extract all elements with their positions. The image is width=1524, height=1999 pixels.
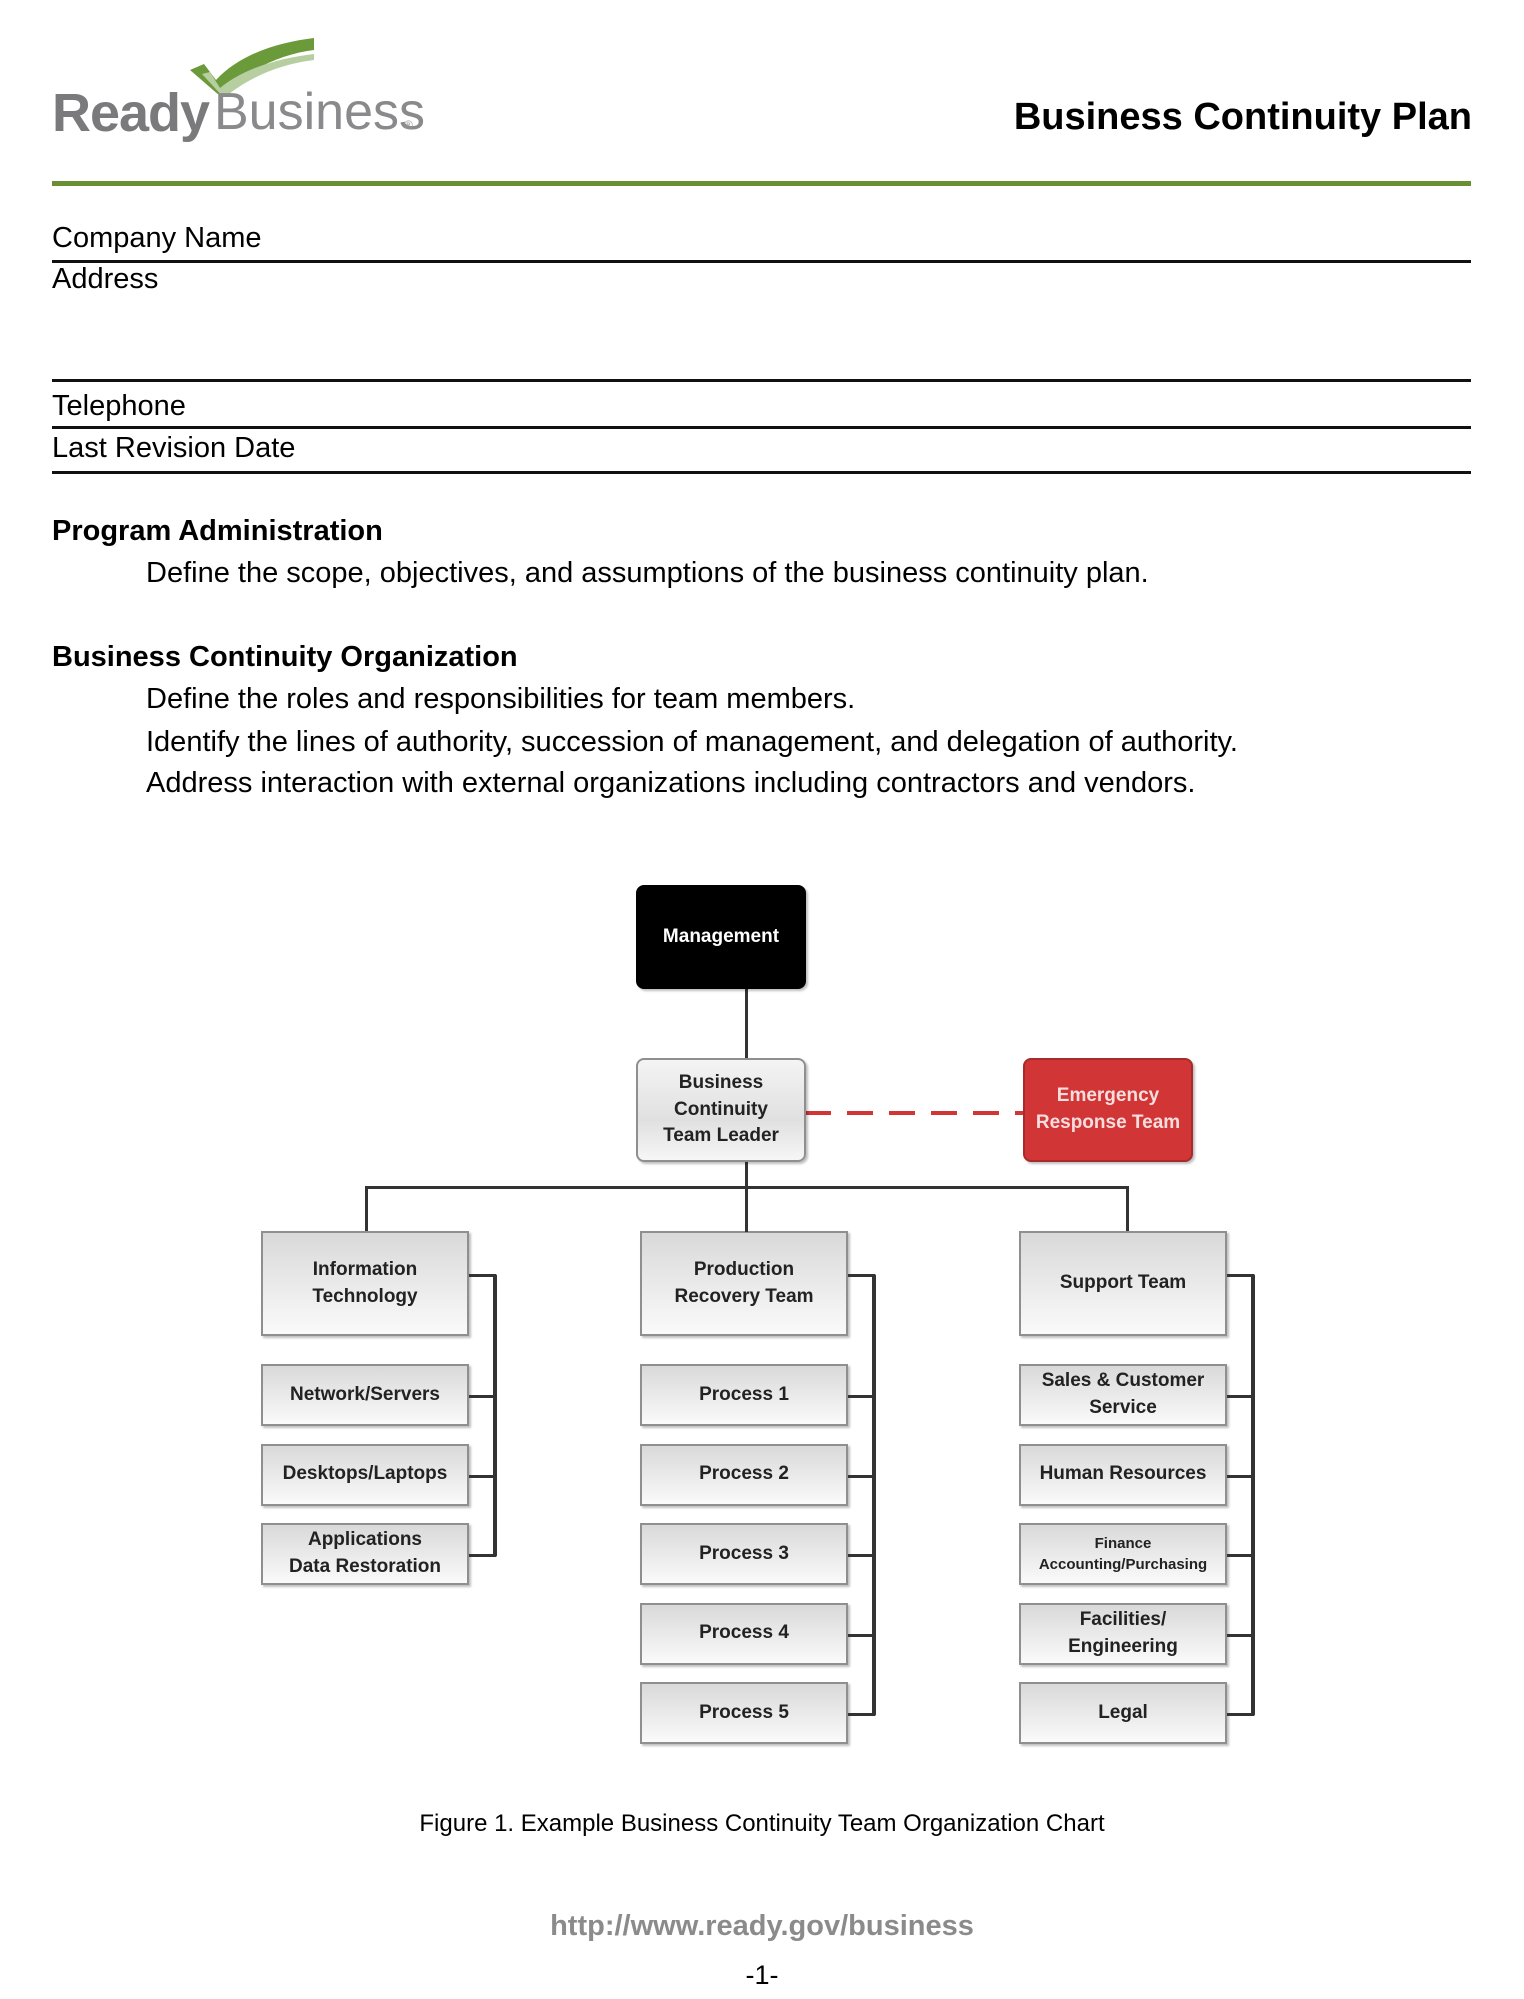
logo: Ready Business ®: [52, 34, 432, 154]
org-box-item: Finance Accounting/Purchasing: [1019, 1523, 1227, 1585]
connector-item-stub: [1227, 1474, 1254, 1478]
connector-head-stub: [848, 1273, 875, 1277]
connector-bracket: [872, 1273, 876, 1716]
connector-item-stub: [469, 1395, 496, 1398]
connector-item-stub: [469, 1474, 496, 1478]
company-name-label: Company Name: [52, 222, 262, 254]
footer-url[interactable]: http://www.ready.gov/business: [0, 1910, 1524, 1943]
logo-word-ready: Ready: [52, 83, 210, 143]
connector-bracket: [493, 1273, 497, 1557]
connector-item-stub: [1227, 1713, 1254, 1716]
org-box-item: Process 3: [640, 1523, 848, 1585]
connector-item-stub: [848, 1474, 875, 1478]
org-box-item: Sales & Customer Service: [1019, 1364, 1227, 1426]
org-box-item: Process 4: [640, 1602, 848, 1665]
telephone-label: Telephone: [52, 390, 186, 422]
org-box-item: Applications Data Restoration: [261, 1523, 469, 1585]
connector-item-stub: [469, 1554, 496, 1557]
org-box-item: Process 1: [640, 1364, 848, 1426]
document-title: Business Continuity Plan: [1013, 96, 1472, 138]
connector-item-stub: [848, 1554, 875, 1557]
address-label: Address: [52, 263, 159, 295]
section-heading-business-continuity-organization: Business Continuity Organization: [52, 641, 518, 673]
header-divider: [52, 181, 1471, 186]
connector-bus-support: [1126, 1186, 1129, 1232]
connector-management-leader: [745, 989, 748, 1059]
company-name-line[interactable]: [52, 260, 1471, 263]
connector-bracket: [1251, 1273, 1255, 1716]
connector-item-stub: [848, 1395, 875, 1398]
connector-item-stub: [1227, 1633, 1254, 1637]
section-text: Define the scope, objectives, and assump…: [146, 557, 1149, 589]
org-box-item: Desktops/Laptops: [261, 1443, 469, 1506]
connector-bus-production: [745, 1186, 748, 1232]
org-box-item: Process 5: [640, 1682, 848, 1744]
connector-item-stub: [848, 1633, 875, 1637]
connector-head-stub: [469, 1273, 496, 1277]
figure-caption: Figure 1. Example Business Continuity Te…: [419, 1810, 1105, 1837]
org-box-item: Network/Servers: [261, 1364, 469, 1426]
connector-leader-emergency: [805, 1111, 1025, 1115]
logo-word-business: Business: [214, 83, 425, 141]
connector-bus-it: [365, 1186, 368, 1232]
connector-item-stub: [848, 1713, 875, 1716]
connector-item-stub: [1227, 1395, 1254, 1398]
org-box-column-head: Support Team: [1019, 1231, 1227, 1336]
org-box-column-head: Information Technology: [261, 1231, 469, 1336]
telephone-line[interactable]: [52, 426, 1471, 429]
connector-item-stub: [1227, 1554, 1254, 1557]
section-heading-program-administration: Program Administration: [52, 515, 383, 547]
org-box-item: Process 2: [640, 1443, 848, 1506]
section-text: Address interaction with external organi…: [146, 767, 1196, 799]
org-box-team-leader: Business Continuity Team Leader: [636, 1058, 806, 1162]
org-box-column-head: Production Recovery Team: [640, 1231, 848, 1336]
last-revision-date-line[interactable]: [52, 471, 1471, 474]
page-number: -1-: [745, 1960, 779, 1990]
org-box-item: Facilities/ Engineering: [1019, 1602, 1227, 1665]
registered-mark: ®: [404, 118, 413, 132]
org-box-item: Human Resources: [1019, 1443, 1227, 1506]
org-box-item: Legal: [1019, 1682, 1227, 1744]
address-line[interactable]: [52, 379, 1471, 382]
connector-head-stub: [1227, 1273, 1254, 1277]
section-text: Define the roles and responsibilities fo…: [146, 683, 856, 715]
org-box-management: Management: [636, 885, 806, 989]
section-text: Identify the lines of authority, success…: [146, 726, 1238, 758]
org-box-emergency-response-team: Emergency Response Team: [1023, 1058, 1193, 1162]
last-revision-date-label: Last Revision Date: [52, 432, 296, 464]
